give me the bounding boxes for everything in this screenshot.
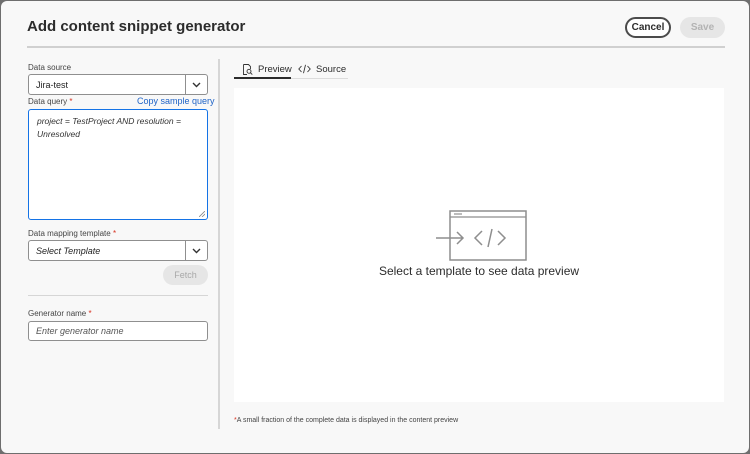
preview-icon: [243, 63, 253, 75]
cancel-button[interactable]: Cancel: [625, 17, 671, 38]
tab-source-label: Source: [316, 63, 347, 75]
mapping-template-label: Data mapping template *: [28, 229, 116, 238]
data-query-label-text: Data query: [28, 97, 68, 106]
code-icon: [298, 64, 311, 74]
footnote-text: A small fraction of the complete data is…: [236, 417, 459, 424]
preview-footnote: *A small fraction of the complete data i…: [234, 417, 458, 424]
mapping-template-placeholder: Select Template: [36, 245, 101, 256]
tab-preview-label: Preview: [258, 63, 292, 75]
data-query-textarea[interactable]: project = TestProject AND resolution = U…: [28, 109, 208, 220]
generator-name-input[interactable]: Enter generator name: [28, 321, 208, 341]
mapping-template-label-text: Data mapping template: [28, 229, 111, 238]
chevron-down-icon[interactable]: [185, 75, 207, 94]
tab-preview[interactable]: Preview: [242, 60, 292, 78]
dialog-title: Add content snippet generator: [27, 18, 246, 35]
chevron-down-icon[interactable]: [185, 241, 207, 260]
save-button[interactable]: Save: [680, 17, 725, 38]
generator-name-label-text: Generator name: [28, 309, 87, 318]
required-marker: *: [69, 97, 73, 106]
data-source-label: Data source: [28, 63, 72, 72]
data-source-value: Jira-test: [36, 79, 69, 90]
code-window-illustration-icon: [436, 210, 527, 261]
data-query-label: Data query *: [28, 97, 73, 106]
required-marker: *: [112, 229, 117, 238]
fetch-button[interactable]: Fetch: [163, 265, 208, 285]
empty-preview-message: Select a template to see data preview: [378, 264, 580, 278]
mapping-template-select[interactable]: Select Template: [28, 240, 208, 261]
generator-name-label: Generator name *: [28, 309, 92, 318]
tab-source[interactable]: Source: [298, 60, 346, 78]
tab-selected-indicator: [234, 77, 291, 79]
resize-grip-icon[interactable]: [199, 211, 205, 217]
required-marker: *: [88, 309, 92, 318]
add-generator-dialog: Add content snippet generator Cancel Sav…: [1, 1, 749, 453]
copy-sample-query-link[interactable]: Copy sample query: [137, 96, 215, 106]
column-divider: [218, 59, 220, 429]
generator-name-placeholder: Enter generator name: [36, 326, 124, 336]
header-divider: [27, 46, 725, 48]
form-divider: [28, 295, 208, 296]
data-source-select[interactable]: Jira-test: [28, 74, 208, 95]
preview-panel: Select a template to see data preview: [234, 88, 724, 402]
data-query-value: project = TestProject AND resolution = U…: [37, 116, 181, 139]
